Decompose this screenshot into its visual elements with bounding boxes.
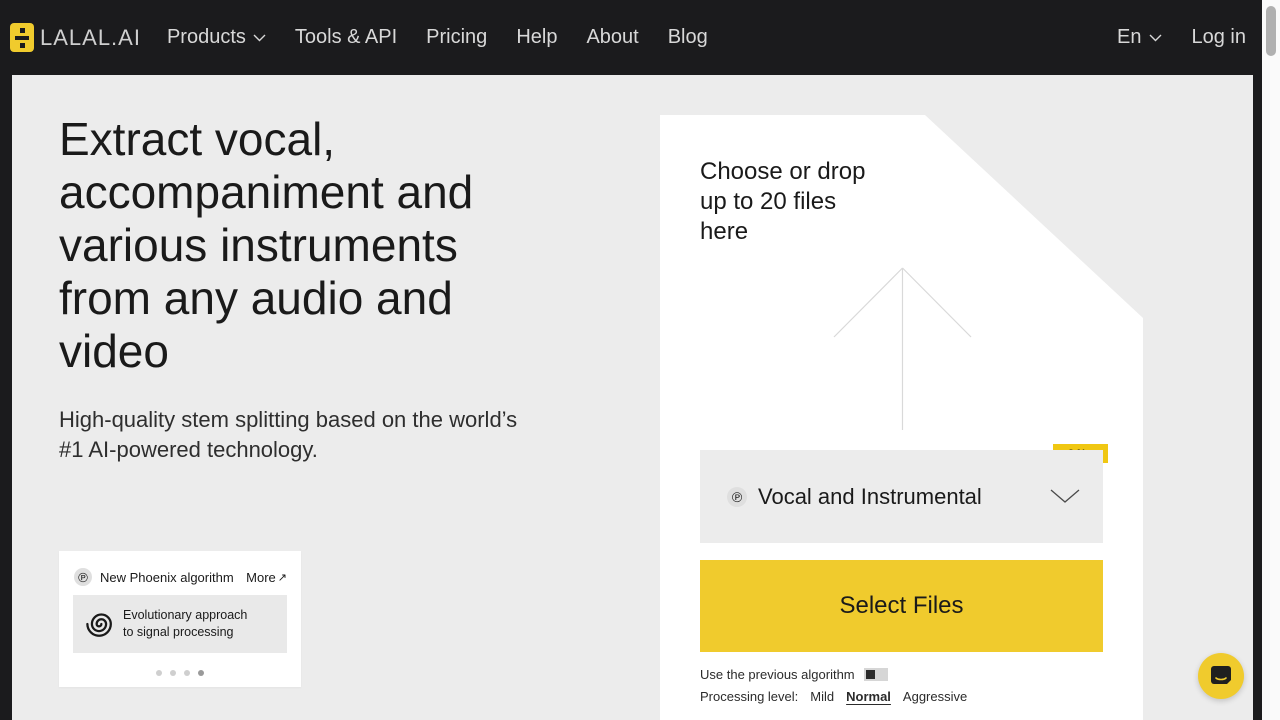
- chat-launcher-button[interactable]: [1198, 653, 1244, 699]
- processing-level-aggressive[interactable]: Aggressive: [903, 689, 967, 704]
- page-body: Extract vocal, accompaniment and various…: [12, 75, 1253, 720]
- nav-item-label: Blog: [668, 26, 708, 49]
- nav-item-products[interactable]: Products: [167, 26, 266, 49]
- promo-card-header: ℗ New Phoenix algorithm More ↗: [74, 568, 287, 586]
- processing-level-row: Processing level: Mild Normal Aggressive: [700, 689, 967, 704]
- nav-menu: Products Tools & API Pricing Help About …: [167, 26, 708, 49]
- hero-title-line: Extract vocal,: [59, 113, 473, 166]
- nav-item-label: Pricing: [426, 26, 487, 49]
- hero-subtitle: High-quality stem splitting based on the…: [59, 405, 539, 465]
- nav-right: En Log in: [1117, 26, 1246, 49]
- phoenix-icon: ℗: [74, 568, 92, 586]
- arrow-up-right-icon: ↗: [278, 571, 287, 584]
- spiral-icon: [82, 607, 116, 641]
- nav-item-label: About: [586, 26, 638, 49]
- nav-item-blog[interactable]: Blog: [668, 26, 708, 49]
- hero-title-line: video: [59, 325, 473, 378]
- carousel-dot[interactable]: [156, 670, 162, 676]
- processing-level-label: Processing level:: [700, 689, 798, 704]
- nav-item-label: Tools & API: [295, 26, 397, 49]
- nav-item-about[interactable]: About: [586, 26, 638, 49]
- promo-title: New Phoenix algorithm: [100, 570, 234, 585]
- top-nav: LALAL.AI Products Tools & API Pricing He…: [0, 0, 1262, 75]
- promo-feature-line: to signal processing: [123, 624, 247, 641]
- chevron-down-icon: [253, 34, 266, 42]
- carousel-dots: [59, 670, 301, 676]
- carousel-dot[interactable]: [170, 670, 176, 676]
- upload-arrow-icon: [830, 263, 975, 433]
- hero-title-line: from any audio and: [59, 272, 473, 325]
- processing-level-normal[interactable]: Normal: [846, 689, 891, 704]
- promo-more-label: More: [246, 570, 276, 585]
- select-files-button[interactable]: Select Files: [700, 560, 1103, 652]
- upload-panel[interactable]: Choose or drop up to 20 files here +2 Ne…: [660, 115, 1143, 720]
- chevron-down-icon: [1149, 34, 1162, 42]
- promo-feature-line: Evolutionary approach: [123, 607, 247, 624]
- hero-title: Extract vocal, accompaniment and various…: [59, 113, 473, 378]
- nav-item-label: Products: [167, 26, 246, 49]
- scrollbar-track[interactable]: [1262, 0, 1280, 720]
- carousel-dot-active[interactable]: [198, 670, 204, 676]
- dropzone-text: Choose or drop up to 20 files here: [700, 157, 885, 247]
- toggle-knob: [866, 670, 875, 679]
- nav-item-pricing[interactable]: Pricing: [426, 26, 487, 49]
- processing-level-mild[interactable]: Mild: [810, 689, 834, 704]
- language-label: En: [1117, 26, 1141, 49]
- brand-name: LALAL.AI: [40, 25, 141, 51]
- stem-type-dropdown[interactable]: ℗ Vocal and Instrumental: [700, 450, 1103, 543]
- promo-feature-text: Evolutionary approach to signal processi…: [123, 607, 247, 641]
- scrollbar-thumb[interactable]: [1266, 6, 1276, 56]
- promo-card: ℗ New Phoenix algorithm More ↗ Evolution…: [59, 551, 301, 687]
- promo-more-link[interactable]: More ↗: [246, 570, 287, 585]
- login-link[interactable]: Log in: [1192, 26, 1247, 49]
- carousel-dot[interactable]: [184, 670, 190, 676]
- stem-type-value: Vocal and Instrumental: [758, 484, 982, 510]
- chat-bubble-icon: [1208, 663, 1234, 689]
- hero-title-line: accompaniment and: [59, 166, 473, 219]
- nav-item-help[interactable]: Help: [516, 26, 557, 49]
- hero-title-line: various instruments: [59, 219, 473, 272]
- chevron-down-icon: [1050, 489, 1080, 504]
- previous-algorithm-toggle[interactable]: [864, 668, 888, 681]
- nav-item-label: Help: [516, 26, 557, 49]
- phoenix-icon: ℗: [727, 487, 747, 507]
- promo-feature[interactable]: Evolutionary approach to signal processi…: [73, 595, 287, 653]
- previous-algorithm-row: Use the previous algorithm: [700, 667, 888, 682]
- nav-item-tools-api[interactable]: Tools & API: [295, 26, 397, 49]
- language-selector[interactable]: En: [1117, 26, 1161, 49]
- brand-logo-icon: [10, 23, 34, 52]
- brand-logo[interactable]: LALAL.AI: [10, 23, 141, 52]
- previous-algorithm-label: Use the previous algorithm: [700, 667, 855, 682]
